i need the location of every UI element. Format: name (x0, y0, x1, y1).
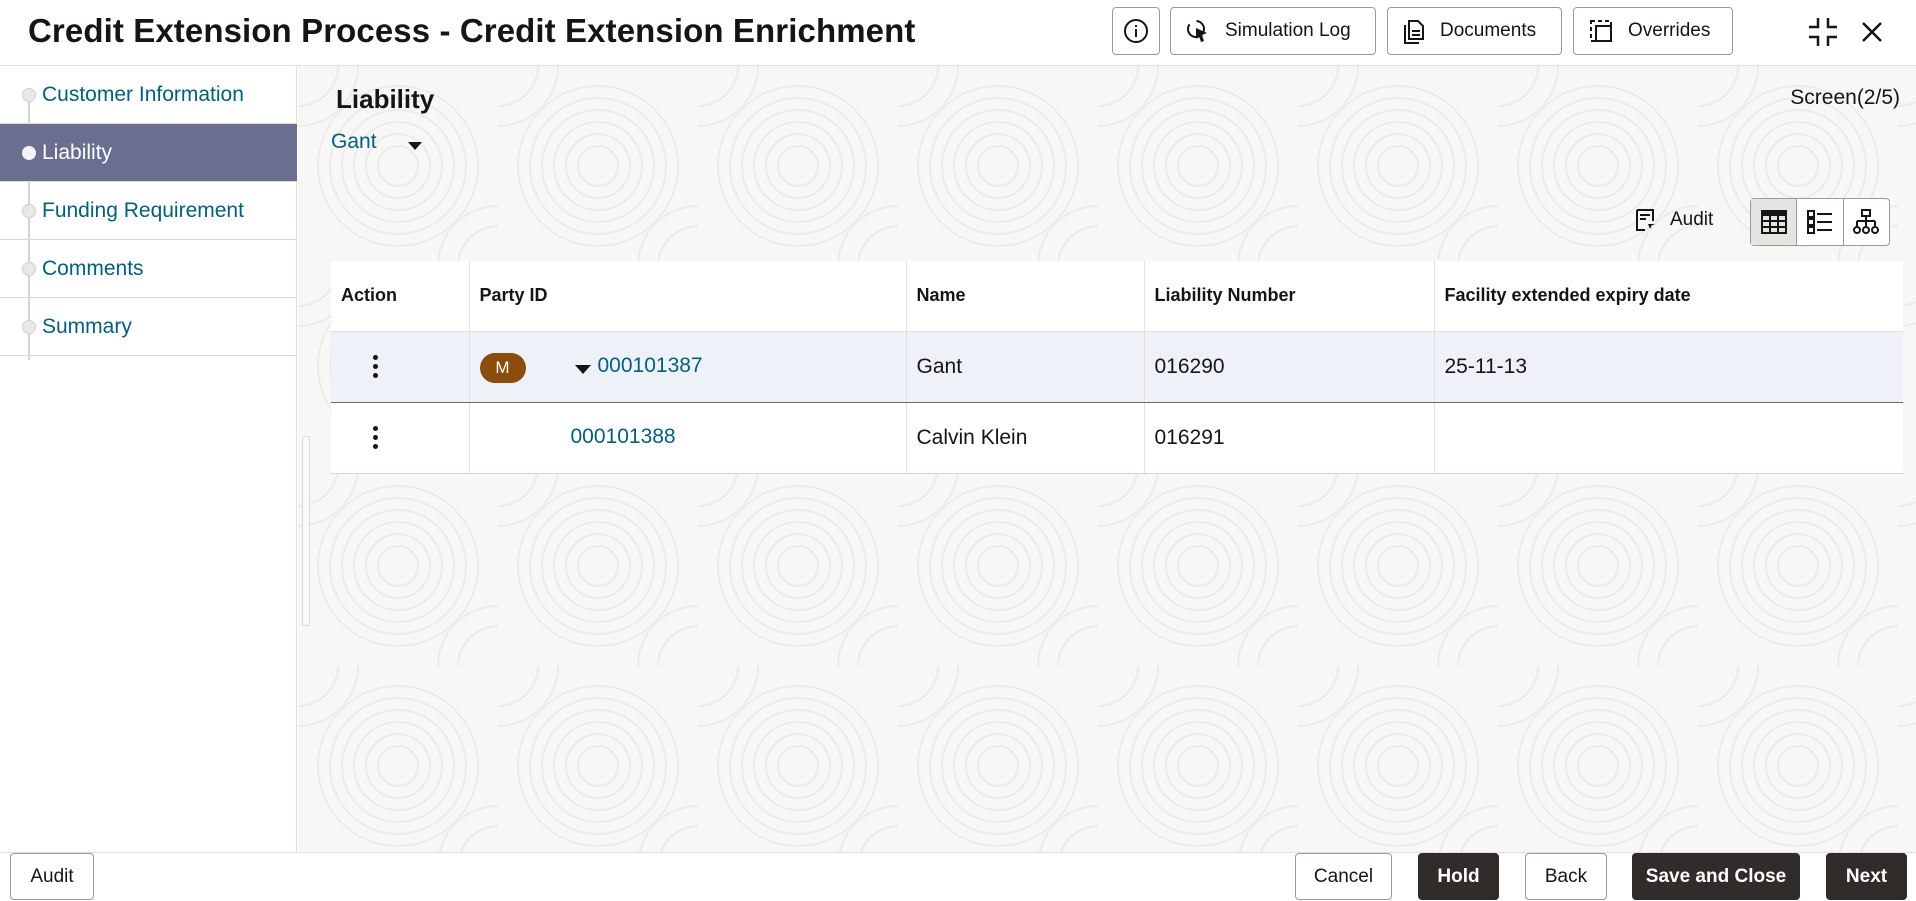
caret-down-icon (407, 142, 422, 150)
sidebar-item-summary[interactable]: Summary (0, 298, 297, 356)
collapse-icon (1809, 18, 1837, 46)
close-icon (1862, 22, 1882, 42)
overrides-label: Overrides (1628, 20, 1711, 41)
sidebar-item-liability[interactable]: Liability (0, 124, 297, 182)
page-title: Credit Extension Process - Credit Extens… (28, 12, 916, 49)
sidebar-item-label: Summary (42, 314, 132, 338)
column-header-name[interactable]: Name (906, 261, 1145, 332)
column-header-action[interactable]: Action (331, 261, 470, 332)
hold-button[interactable]: Hold (1418, 853, 1499, 900)
info-button[interactable] (1112, 7, 1160, 55)
info-icon (1124, 19, 1148, 43)
section-title: Liability (336, 84, 435, 114)
overrides-icon (1590, 20, 1612, 42)
view-toggle (1750, 198, 1890, 246)
table-view-icon (1760, 210, 1787, 234)
header-bar: Credit Extension Process - Credit Extens… (0, 0, 1916, 66)
footer-audit-button[interactable]: Audit (10, 853, 94, 900)
table-row[interactable]: 000101388 Calvin Klein 016291 (331, 402, 1903, 474)
sidebar-item-label: Liability (42, 140, 113, 164)
documents-button[interactable]: Documents (1387, 7, 1562, 55)
sidebar-item-label: Customer Information (42, 82, 244, 106)
name-cell: Calvin Klein (906, 402, 1145, 474)
table-header-row: Action Party ID Name Liability Number Fa… (331, 261, 1903, 332)
column-header-liability-number[interactable]: Liability Number (1144, 261, 1435, 332)
documents-icon (1404, 20, 1424, 44)
simulation-log-button[interactable]: Simulation Log (1170, 7, 1376, 55)
action-cell (331, 402, 470, 474)
list-view-button[interactable] (1797, 199, 1844, 245)
column-header-party-id[interactable]: Party ID (469, 261, 907, 332)
liability-number-cell: 016291 (1144, 402, 1435, 474)
kebab-icon[interactable] (365, 424, 385, 451)
sidebar-item-customer-information[interactable]: Customer Information (0, 66, 297, 124)
list-view-icon (1806, 210, 1832, 234)
cancel-button[interactable]: Cancel (1295, 853, 1392, 900)
step-dot (22, 319, 36, 334)
simulation-log-icon (1187, 20, 1207, 42)
expiry-date-cell: 25-11-13 (1434, 331, 1903, 403)
column-header-expiry-date[interactable]: Facility extended expiry date (1434, 261, 1903, 332)
simulation-log-label: Simulation Log (1225, 20, 1351, 41)
audit-button[interactable]: Audit (1634, 208, 1713, 232)
name-cell: Gant (906, 331, 1145, 403)
stepper-sidebar: Customer Information Liability Funding R… (0, 66, 297, 852)
party-select[interactable]: Gant (331, 130, 423, 154)
step-dot (22, 87, 36, 102)
overrides-button[interactable]: Overrides (1573, 7, 1733, 55)
liability-number-cell: 016290 (1144, 331, 1435, 403)
collapse-button[interactable] (1803, 12, 1843, 52)
party-id-link[interactable]: 000101387 (598, 354, 703, 378)
step-dot (22, 203, 36, 218)
main-content: Liability Screen(2/5) Gant Audit Action … (298, 66, 1916, 852)
action-cell (331, 331, 470, 403)
party-id-cell: M 000101387 (469, 331, 907, 403)
party-id-cell: 000101388 (469, 402, 907, 474)
sidebar-item-label: Comments (42, 256, 144, 280)
tree-view-icon (1853, 209, 1880, 234)
party-select-value: Gant (331, 130, 377, 153)
footer-bar: Audit Cancel Hold Back Save and Close Ne… (0, 852, 1916, 901)
step-dot (22, 145, 36, 160)
table-row[interactable]: M 000101387 Gant 016290 25-11-13 (331, 331, 1903, 403)
party-id-link[interactable]: 000101388 (571, 425, 676, 449)
back-button[interactable]: Back (1525, 853, 1607, 900)
kebab-icon[interactable] (365, 353, 385, 380)
sidebar-item-label: Funding Requirement (42, 198, 244, 222)
liability-table: Action Party ID Name Liability Number Fa… (331, 261, 1903, 474)
table-view-button[interactable] (1751, 199, 1798, 245)
caret-down-icon[interactable] (574, 364, 592, 375)
sidebar-item-funding-requirement[interactable]: Funding Requirement (0, 182, 297, 240)
close-button[interactable] (1852, 12, 1892, 52)
documents-label: Documents (1440, 20, 1537, 41)
save-and-close-button[interactable]: Save and Close (1632, 853, 1800, 900)
audit-label: Audit (1670, 209, 1714, 230)
sidebar-item-comments[interactable]: Comments (0, 240, 297, 298)
audit-icon (1636, 209, 1655, 231)
tree-view-button[interactable] (1844, 199, 1889, 245)
panel-scrollbar[interactable] (302, 436, 310, 626)
screen-indicator: Screen(2/5) (1790, 86, 1900, 109)
next-button[interactable]: Next (1826, 853, 1907, 900)
party-type-badge: M (479, 352, 526, 383)
expiry-date-cell (1434, 402, 1903, 474)
step-dot (22, 261, 36, 276)
